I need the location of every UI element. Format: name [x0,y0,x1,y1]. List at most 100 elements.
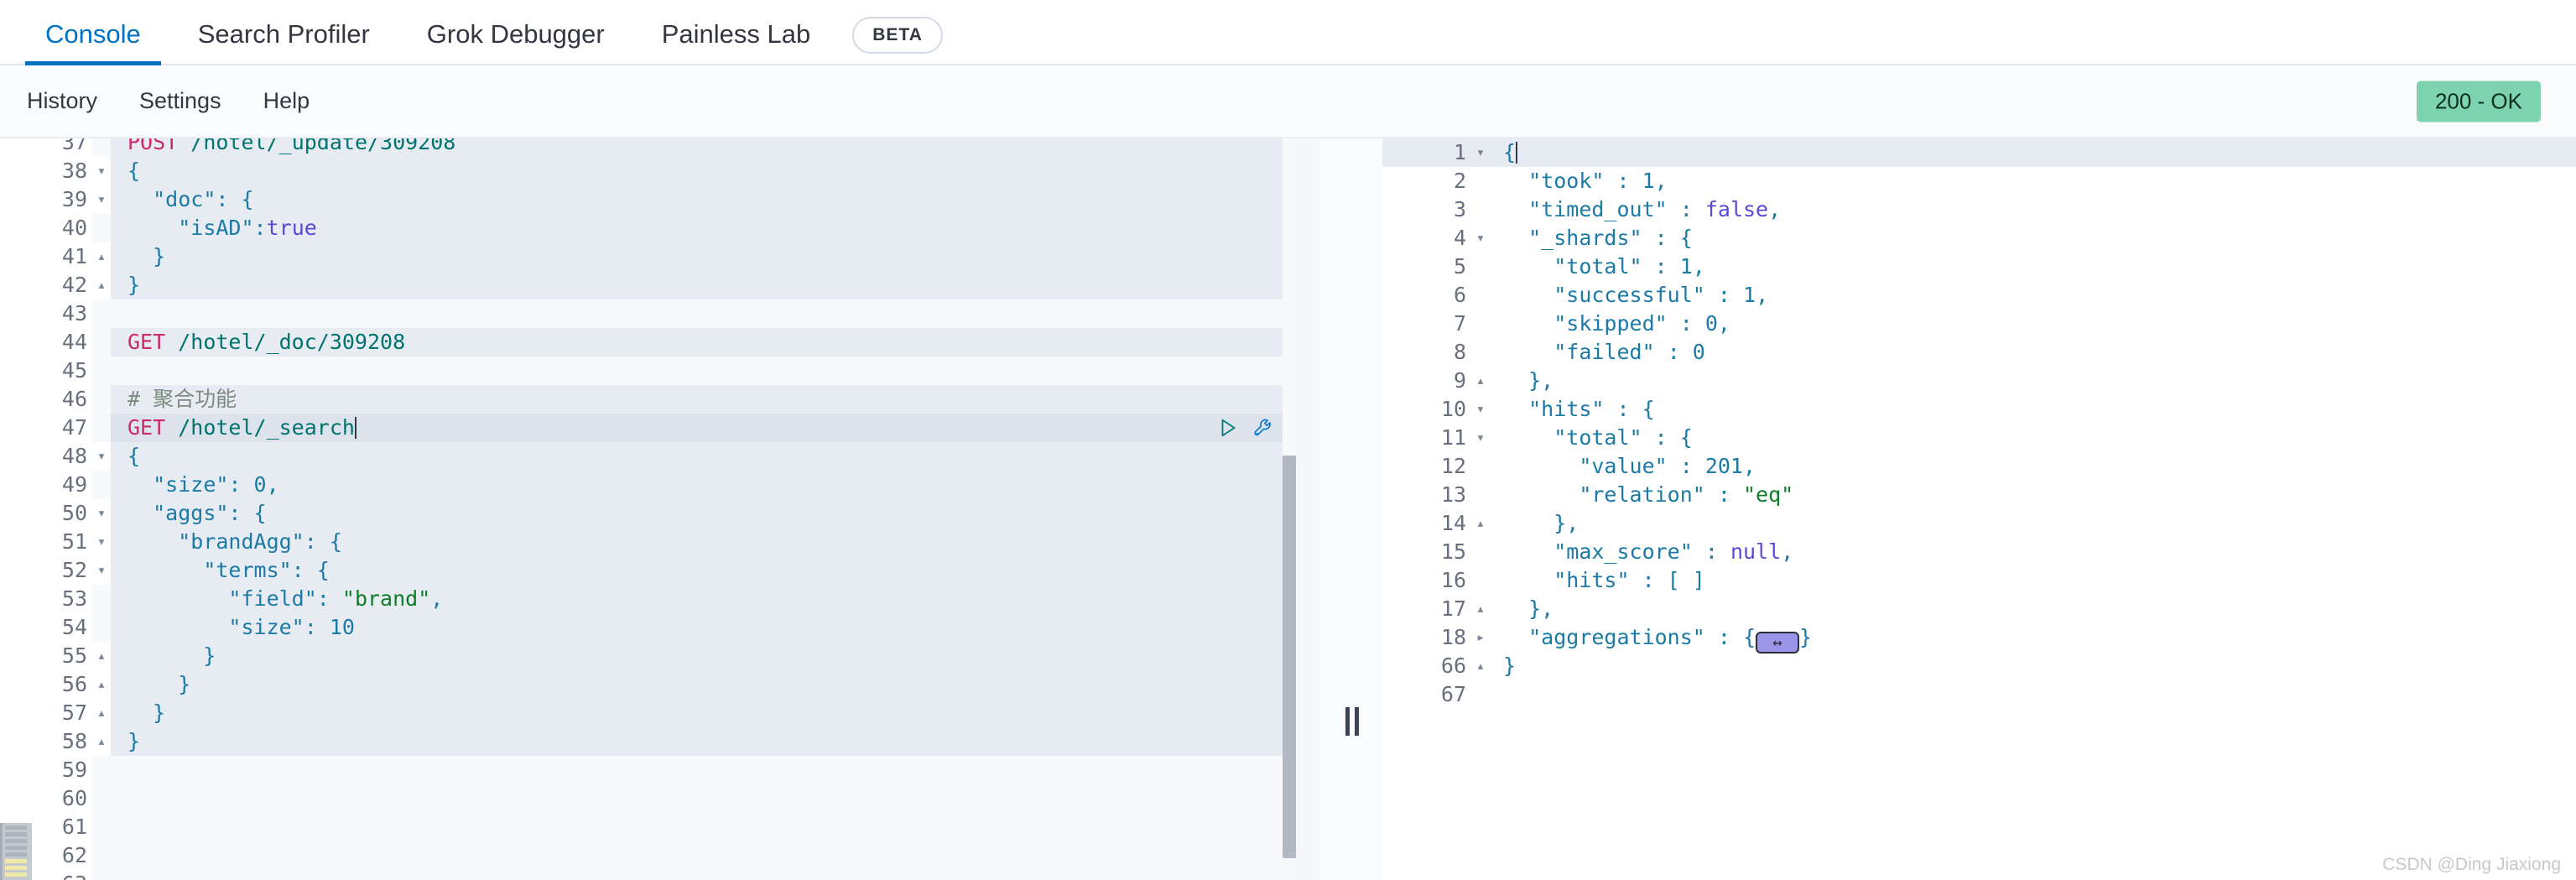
request-line[interactable]: 42 ▴} [0,271,1296,299]
request-line[interactable]: 55 ▴ } [0,642,1296,670]
help-button[interactable]: Help [263,88,310,114]
request-line[interactable]: 39 ▾ "doc": { [0,185,1296,214]
request-minimap[interactable] [0,823,32,880]
request-editor-pane[interactable]: 37 POST /hotel/_update/309208 38 ▾{39 ▾ "doc… [0,138,1321,880]
pane-resize-handle[interactable] [1321,138,1382,880]
request-line[interactable]: 50 ▾ "aggs": { [0,499,1296,528]
response-line[interactable]: 16 "hits" : [ ] [1382,566,2576,595]
settings-button[interactable]: Settings [139,88,221,114]
fold-toggle-icon[interactable]: ▴ [1471,367,1490,395]
request-line[interactable]: 57 ▴ } [0,699,1296,727]
fold-toggle-icon[interactable]: ▴ [92,670,111,699]
request-line[interactable]: 53 "field": "brand", [0,585,1296,613]
request-line[interactable]: 63 [0,870,1296,880]
line-number: 57 [0,699,92,727]
fold-toggle-icon[interactable]: ▴ [92,642,111,670]
fold-toggle-icon[interactable]: ▴ [92,242,111,271]
fold-toggle-icon[interactable]: ▴ [92,727,111,756]
response-line[interactable]: 2 "took" : 1, [1382,167,2576,195]
request-line[interactable]: 43 [0,299,1296,328]
response-pane[interactable]: 1 ▾{2 "took" : 1, 3 "timed_out" : false, 4 ▾… [1382,138,2576,880]
line-content: { [111,157,1296,185]
request-line[interactable]: 59 [0,756,1296,784]
fold-toggle-icon[interactable]: ▴ [92,271,111,299]
response-line[interactable]: 10 ▾ "hits" : { [1382,395,2576,424]
request-line[interactable]: 44 GET /hotel/_doc/309208 [0,328,1296,357]
response-line[interactable]: 14 ▴ }, [1382,509,2576,538]
fold-toggle-icon[interactable]: ▴ [1471,509,1490,538]
request-line[interactable]: 51 ▾ "brandAgg": { [0,528,1296,556]
request-line[interactable]: 52 ▾ "terms": { [0,556,1296,585]
request-line[interactable]: 60 [0,784,1296,813]
response-line[interactable]: 8 "failed" : 0 [1382,338,2576,367]
response-line[interactable]: 3 "timed_out" : false, [1382,195,2576,224]
request-code-area[interactable]: 37 POST /hotel/_update/309208 38 ▾{39 ▾ "doc… [0,138,1296,880]
code-token: "aggregations" [1528,625,1705,649]
response-line[interactable]: 13 "relation" : "eq" [1382,481,2576,509]
tab-painless-lab[interactable]: Painless Lab [642,21,831,64]
request-line[interactable]: 40 "isAD":true [0,214,1296,242]
response-line[interactable]: 12 "value" : 201, [1382,452,2576,481]
line-content: # 聚合功能 [111,385,1296,414]
minimap-row [5,846,27,850]
response-code-area[interactable]: 1 ▾{2 "took" : 1, 3 "timed_out" : false, 4 ▾… [1382,138,2576,709]
history-button[interactable]: History [27,88,97,114]
response-line[interactable]: 66 ▴} [1382,652,2576,680]
request-line[interactable]: 62 [0,841,1296,870]
fold-toggle-icon[interactable]: ▾ [92,442,111,471]
line-number: 42 [0,271,92,299]
request-line[interactable]: 58 ▴} [0,727,1296,756]
line-number: 12 [1440,454,1466,478]
line-content: "hits" : [ ] [1490,566,2576,595]
fold-toggle-icon[interactable]: ▾ [92,528,111,556]
line-number: 41 [0,242,92,271]
beta-badge[interactable]: BETA [852,17,943,54]
response-line[interactable]: 11 ▾ "total" : { [1382,424,2576,452]
request-scrollbar-thumb[interactable] [1283,456,1296,858]
request-line[interactable]: 37 POST /hotel/_update/309208 [0,138,1296,157]
collapsed-fold-widget[interactable]: ↔ [1756,632,1800,653]
fold-toggle-icon[interactable]: ▴ [1471,595,1490,623]
response-line[interactable]: 5 "total" : 1, [1382,253,2576,281]
fold-toggle-icon[interactable]: ▾ [1471,224,1490,253]
response-line[interactable]: 17 ▴ }, [1382,595,2576,623]
response-line[interactable]: 9 ▴ }, [1382,367,2576,395]
tab-grok-debugger[interactable]: Grok Debugger [407,21,625,64]
fold-toggle-icon[interactable]: ▾ [1471,395,1490,424]
fold-toggle-icon[interactable]: ▾ [92,556,111,585]
fold-toggle-icon[interactable]: ▴ [92,699,111,727]
fold-toggle-icon[interactable]: ▸ [1471,623,1490,652]
request-line[interactable]: 47 GET /hotel/_search [0,414,1296,442]
fold-toggle-icon[interactable]: ▴ [1471,652,1490,680]
response-line[interactable]: 15 "max_score" : null, [1382,538,2576,566]
tab-console[interactable]: Console [25,21,161,65]
response-line[interactable]: 7 "skipped" : 0, [1382,310,2576,338]
line-content: } [111,727,1296,756]
fold-toggle-icon[interactable]: ▾ [92,185,111,214]
response-line[interactable]: 1 ▾ { [1382,138,2576,167]
wrench-icon[interactable] [1252,417,1274,439]
request-line[interactable]: 54 "size": 10 [0,613,1296,642]
request-line[interactable]: 45 [0,357,1296,385]
request-line[interactable]: 56 ▴ } [0,670,1296,699]
request-line[interactable]: 49 "size": 0, [0,471,1296,499]
line-number: 56 [0,670,92,699]
request-line[interactable]: 46 # 聚合功能 [0,385,1296,414]
request-line[interactable]: 48 ▾ { [0,442,1296,471]
request-line[interactable]: 61 [0,813,1296,841]
fold-toggle-icon[interactable]: ▾ [1471,138,1490,167]
request-line[interactable]: 41 ▴ } [0,242,1296,271]
tab-search-profiler[interactable]: Search Profiler [178,21,390,64]
response-line[interactable]: 6 "successful" : 1, [1382,281,2576,310]
fold-toggle-icon[interactable]: ▾ [92,499,111,528]
request-line[interactable]: 38 ▾ { [0,157,1296,185]
fold-toggle-icon[interactable]: ▾ [92,157,111,185]
fold-toggle-icon[interactable]: ▾ [1471,424,1490,452]
response-line[interactable]: 67 [1382,680,2576,709]
watermark: CSDN @Ding Jiaxiong [2382,855,2561,874]
response-line[interactable]: 4 ▾ "_shards" : { [1382,224,2576,253]
code-token: POST [127,138,179,154]
response-line[interactable]: 18 ▸ "aggregations" : {↔} [1382,623,2576,653]
play-icon[interactable] [1217,417,1239,439]
